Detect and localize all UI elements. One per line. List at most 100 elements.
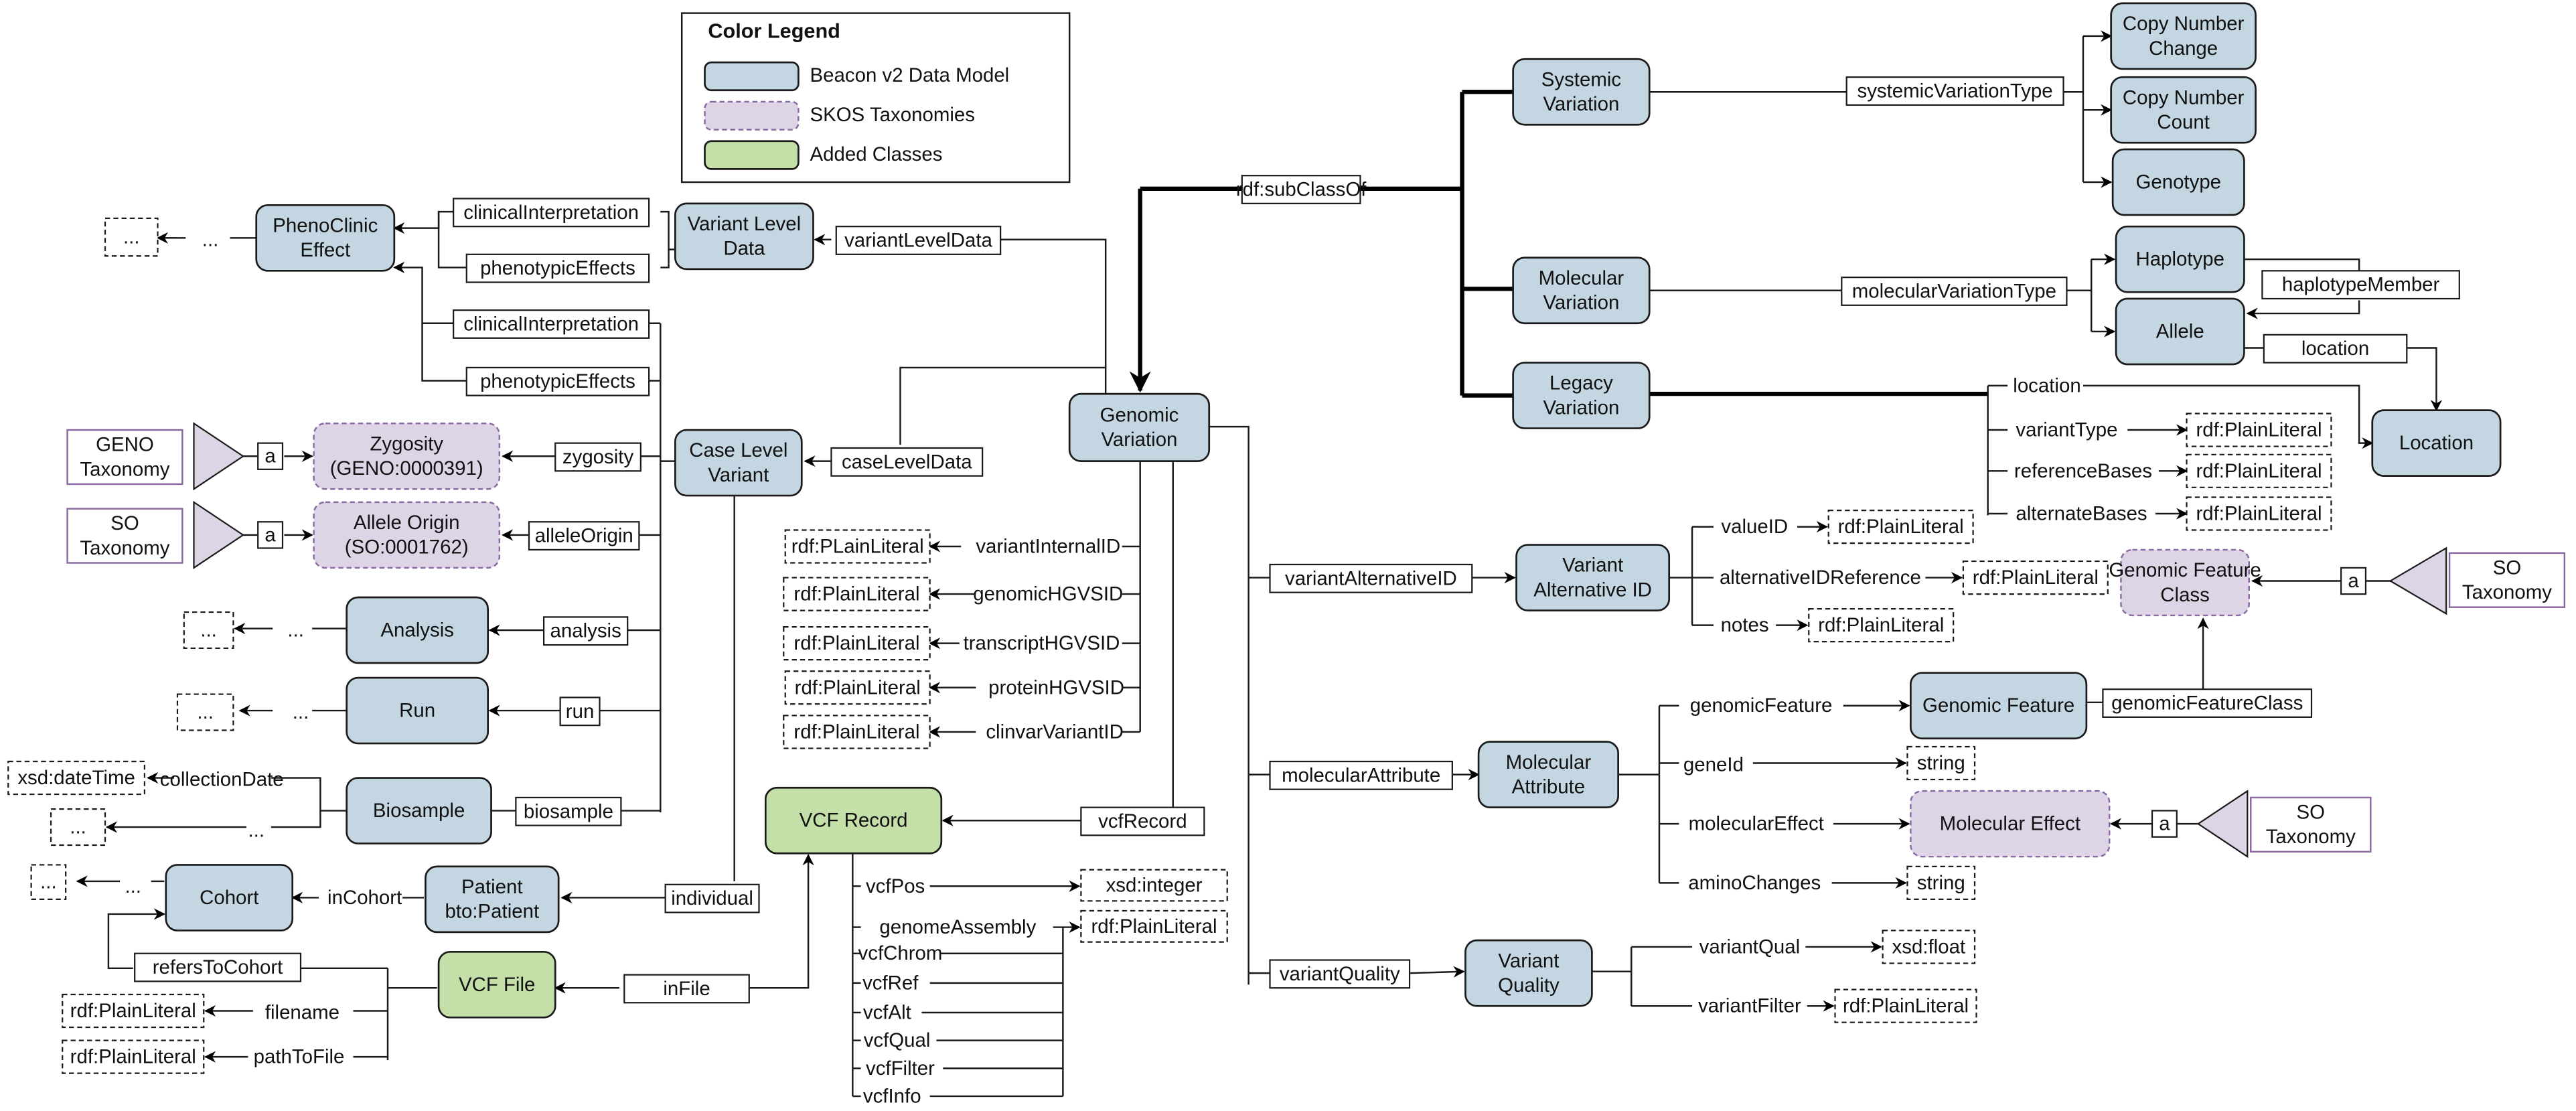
node-copy-number-count[interactable]: Copy Number Count (2110, 76, 2257, 144)
literal-ellipsis-pce[interactable]: ... (104, 217, 159, 257)
literal-transcript-hgvsid[interactable]: rdf:PlainLiteral (783, 625, 931, 661)
node-patient[interactable]: Patient bto:Patient (425, 865, 560, 934)
literal-reference-bases[interactable]: rdf:PlainLiteral (2186, 453, 2332, 488)
prop-clinical-interpretation-1[interactable]: clinicalInterpretation (453, 198, 650, 228)
node-so-taxonomy-2[interactable]: SOTaxonomy (2448, 552, 2566, 608)
node-genotype[interactable]: Genotype (2111, 148, 2245, 216)
literal-genome-assembly[interactable]: rdf:PlainLiteral (1080, 909, 1228, 943)
node-haplotype[interactable]: Haplotype (2115, 225, 2245, 293)
node-allele-origin[interactable]: Allele Origin(SO:0001762) (313, 501, 501, 569)
literal-amino-changes[interactable]: string (1906, 865, 1976, 900)
node-phenoclinic-effect[interactable]: PhenoClinic Effect (255, 204, 396, 272)
prop-phenotypic-effects-2-label: phenotypicEffects (480, 370, 635, 392)
literal-alternative-id-reference[interactable]: rdf:PlainLiteral (1962, 560, 2109, 595)
literal-notes[interactable]: rdf:PlainLiteral (1808, 608, 1955, 643)
node-variant-alternative-id[interactable]: VariantAlternative ID (1515, 544, 1671, 611)
node-molecular-variation-label-0: Molecular (1539, 267, 1624, 289)
literal-alternate-bases[interactable]: rdf:PlainLiteral (2186, 496, 2332, 531)
literal-ellipsis-run[interactable]: ... (176, 693, 234, 731)
prop-biosample[interactable]: biosample (515, 796, 622, 826)
prop-analysis[interactable]: analysis (542, 616, 629, 646)
prop-variant-alternative-id[interactable]: variantAlternativeID (1269, 563, 1473, 593)
node-phenoclinic-effect-label-1: Effect (300, 239, 350, 261)
prop-systemic-variation-type[interactable]: systemicVariationType (1845, 76, 2064, 106)
node-molecular-attribute[interactable]: Molecular Attribute (1477, 741, 1619, 809)
node-so-taxonomy-3-label-1: Taxonomy (2266, 826, 2356, 848)
prop-in-file[interactable]: inFile (623, 974, 750, 1004)
node-so-taxonomy-3[interactable]: SOTaxonomy (2249, 796, 2372, 853)
prop-case-level-data[interactable]: caseLevelData (830, 447, 984, 477)
node-genomic-feature[interactable]: Genomic Feature (1910, 672, 2088, 740)
node-cohort-label-0: Cohort (200, 887, 258, 909)
prop-vcf-record[interactable]: vcfRecord (1080, 806, 1205, 836)
prop-genomic-feature-class[interactable]: genomicFeatureClass (2102, 688, 2313, 718)
literal-gene-id[interactable]: string (1906, 745, 1976, 781)
prop-location[interactable]: location (2263, 334, 2408, 364)
node-run[interactable]: Run (346, 676, 489, 745)
literal-xsd-integer[interactable]: xsd:integer (1080, 869, 1228, 902)
literal-path-to-file[interactable]: rdf:PlainLiteral (62, 1039, 205, 1074)
prop-a-zygosity[interactable]: a (257, 442, 284, 470)
prop-phenotypic-effects-1[interactable]: phenotypicEffects (465, 253, 650, 283)
label-alternative-id-reference: alternativeIDReference (1720, 567, 1921, 589)
literal-variant-internal-id[interactable]: rdf:PLainLiteral (784, 529, 931, 564)
prop-variant-level-data[interactable]: variantLevelData (835, 226, 1002, 255)
literal-protein-hgvsid[interactable]: rdf:PlainLiteral (784, 670, 931, 705)
node-cohort[interactable]: Cohort (165, 864, 294, 932)
prop-allele-origin[interactable]: alleleOrigin (528, 521, 640, 551)
prop-subclass-of[interactable]: rdf:subClassOf (1236, 175, 1367, 204)
prop-a-me[interactable]: a (2151, 810, 2178, 838)
prop-haplotype-member[interactable]: haplotypeMember (2261, 270, 2460, 300)
node-location[interactable]: Location (2371, 409, 2502, 477)
prop-phenotypic-effects-2[interactable]: phenotypicEffects (465, 366, 650, 396)
literal-xsd-datetime[interactable]: xsd:dateTime (7, 760, 146, 796)
edge-infile-vcfrecord (749, 854, 814, 989)
node-so-taxonomy-1[interactable]: SO Taxonomy (66, 508, 183, 564)
ellipsis-biosample: ... (248, 819, 264, 841)
node-genomic-feature-class[interactable]: Genomic Feature Class (2109, 548, 2261, 617)
node-molecular-effect[interactable]: Molecular Effect (1910, 790, 2111, 858)
node-analysis[interactable]: Analysis (346, 596, 489, 664)
prop-individual[interactable]: individual (664, 883, 760, 913)
literal-variant-type[interactable]: rdf:PlainLiteral (2186, 413, 2332, 447)
literal-xsd-float[interactable]: xsd:float (1882, 930, 1976, 964)
literal-filename[interactable]: rdf:PlainLiteral (62, 993, 205, 1029)
literal-ellipsis-biosample[interactable]: ... (50, 808, 106, 846)
literal-variant-filter[interactable]: rdf:PlainLiteral (1834, 988, 1977, 1023)
label-notes: notes (1721, 614, 1769, 636)
node-systemic-variation-label-1: Variation (1543, 93, 1619, 115)
literal-clinvar-variant-id[interactable]: rdf:PlainLiteral (783, 715, 931, 749)
literal-ellipsis-cohort[interactable]: ... (30, 864, 67, 900)
literal-ellipsis-biosample-label: ... (70, 816, 86, 838)
prop-molecular-variation-type[interactable]: molecularVariationType (1841, 277, 2068, 306)
node-legacy-variation[interactable]: LegacyVariation (1512, 362, 1651, 429)
prop-refers-to-cohort[interactable]: refersToCohort (134, 952, 302, 982)
prop-a-allele-origin-label: a (264, 524, 276, 546)
node-vcf-file[interactable]: VCF File (437, 950, 556, 1019)
literal-ellipsis-analysis[interactable]: ... (183, 611, 234, 650)
node-case-level-variant[interactable]: Case Level Variant (674, 429, 803, 497)
literal-genomic-hgvsid[interactable]: rdf:PlainLiteral (783, 577, 931, 611)
node-vcf-record[interactable]: VCF Record (764, 786, 943, 855)
node-variant-level-data[interactable]: Variant Level Data (674, 202, 814, 271)
literal-value-id[interactable]: rdf:PlainLiteral (1827, 510, 1974, 544)
node-geno-taxonomy[interactable]: GENOTaxonomy (66, 429, 183, 486)
node-variant-quality[interactable]: VariantQuality (1464, 939, 1593, 1007)
prop-variant-quality[interactable]: variantQuality (1269, 959, 1411, 989)
prop-run[interactable]: run (559, 696, 601, 727)
node-zygosity[interactable]: Zygosity(GENO:0000391) (313, 423, 501, 490)
node-molecular-variation[interactable]: Molecular Variation (1512, 256, 1651, 325)
node-copy-number-change[interactable]: Copy Number Change (2110, 2, 2257, 70)
prop-molecular-attribute[interactable]: molecularAttribute (1269, 760, 1453, 790)
literal-value-id-label: rdf:PlainLiteral (1838, 516, 1964, 538)
literal-clinvar-variant-id-label: rdf:PlainLiteral (793, 721, 919, 743)
node-allele[interactable]: Allele (2115, 297, 2245, 366)
prop-a-allele-origin[interactable]: a (257, 521, 284, 549)
prop-clinical-interpretation-2[interactable]: clinicalInterpretation (453, 309, 650, 339)
node-systemic-variation[interactable]: Systemic Variation (1512, 58, 1651, 126)
node-genomic-variation[interactable]: Genomic Variation (1068, 392, 1211, 462)
literal-amino-changes-label: string (1917, 872, 1965, 894)
node-biosample[interactable]: Biosample (346, 777, 492, 844)
prop-zygosity[interactable]: zygosity (554, 442, 641, 472)
prop-a-gfc[interactable]: a (2340, 567, 2367, 595)
